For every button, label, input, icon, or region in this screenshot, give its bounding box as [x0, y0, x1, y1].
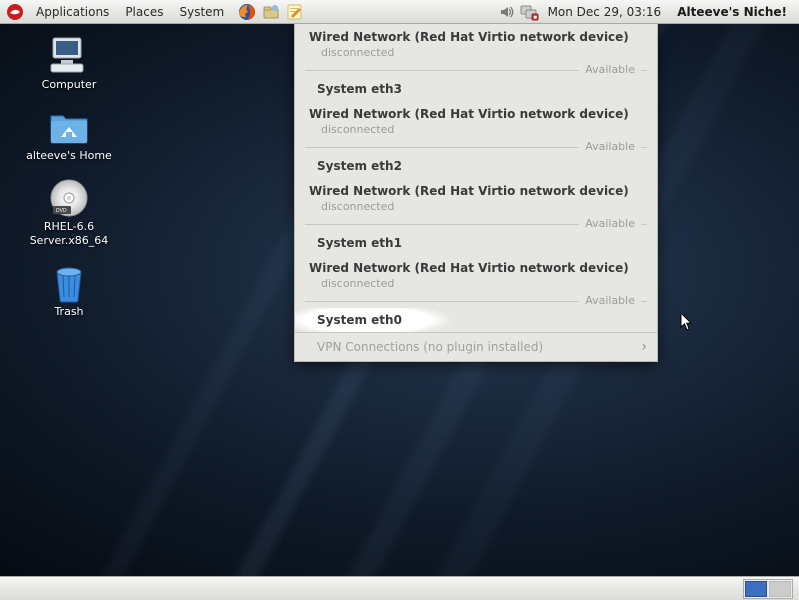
nm-device-label: Wired Network (Red Hat Virtio network de… — [295, 182, 657, 200]
mouse-cursor-icon — [680, 312, 694, 332]
desktop-icon-computer[interactable]: Computer — [14, 34, 124, 91]
nm-connection-eth3[interactable]: System eth3 — [295, 77, 657, 101]
panel-launchers — [236, 1, 306, 23]
nm-vpn-submenu[interactable]: VPN Connections (no plugin installed) › — [295, 332, 657, 361]
menu-applications[interactable]: Applications — [28, 2, 117, 22]
desktop-icon-label: RHEL-6.6 Server.x86_64 — [19, 220, 119, 246]
trash-icon — [45, 261, 93, 305]
nm-divider: Available — [305, 294, 647, 308]
nm-status-label: disconnected — [295, 123, 657, 140]
workspace-switcher[interactable] — [743, 579, 793, 599]
desktop-icon-label: Trash — [54, 305, 83, 318]
desktop-icon-dvd[interactable]: DVD RHEL-6.6 Server.x86_64 — [14, 176, 124, 246]
network-manager-menu: Wired Network (Red Hat Virtio network de… — [294, 24, 658, 362]
top-panel: Applications Places System — [0, 0, 799, 24]
network-manager-icon[interactable] — [520, 3, 540, 21]
nm-divider: Available — [305, 63, 647, 77]
panel-clock[interactable]: Mon Dec 29, 03:16 — [540, 5, 670, 19]
svg-text:DVD: DVD — [56, 208, 67, 214]
menu-system[interactable]: System — [171, 2, 232, 22]
nm-vpn-label: VPN Connections (no plugin installed) — [317, 340, 543, 354]
home-folder-icon — [45, 105, 93, 149]
bottom-panel — [0, 576, 799, 600]
dvd-icon: DVD — [45, 176, 93, 220]
file-manager-icon[interactable] — [260, 1, 282, 23]
nm-divider: Available — [305, 217, 647, 231]
nm-connection-eth0[interactable]: System eth0 — [295, 308, 657, 332]
nm-device-label: Wired Network (Red Hat Virtio network de… — [295, 259, 657, 277]
nm-status-label: disconnected — [295, 200, 657, 217]
nm-connection-eth2[interactable]: System eth2 — [295, 154, 657, 178]
chevron-right-icon: › — [641, 339, 647, 355]
desktop-icon-label: Computer — [42, 78, 97, 91]
system-tray — [498, 3, 540, 21]
computer-icon — [45, 34, 93, 78]
nm-status-label: disconnected — [295, 277, 657, 294]
firefox-icon[interactable] — [236, 1, 258, 23]
nm-device-label: Wired Network (Red Hat Virtio network de… — [295, 28, 657, 46]
desktop-icon-home[interactable]: alteeve's Home — [14, 105, 124, 162]
desktop-icons: Computer alteeve's Home — [14, 34, 124, 332]
nm-status-label: disconnected — [295, 46, 657, 63]
desktop-icon-label: alteeve's Home — [26, 149, 112, 162]
nm-device-label: Wired Network (Red Hat Virtio network de… — [295, 105, 657, 123]
workspace-2[interactable] — [769, 581, 791, 597]
workspace-1[interactable] — [745, 581, 767, 597]
panel-user-label[interactable]: Alteeve's Niche! — [669, 5, 795, 19]
menu-places[interactable]: Places — [117, 2, 171, 22]
volume-icon[interactable] — [498, 3, 516, 21]
nm-divider: Available — [305, 140, 647, 154]
distro-logo-icon[interactable] — [4, 1, 26, 23]
text-editor-icon[interactable] — [284, 1, 306, 23]
desktop-icon-trash[interactable]: Trash — [14, 261, 124, 318]
nm-connection-eth1[interactable]: System eth1 — [295, 231, 657, 255]
